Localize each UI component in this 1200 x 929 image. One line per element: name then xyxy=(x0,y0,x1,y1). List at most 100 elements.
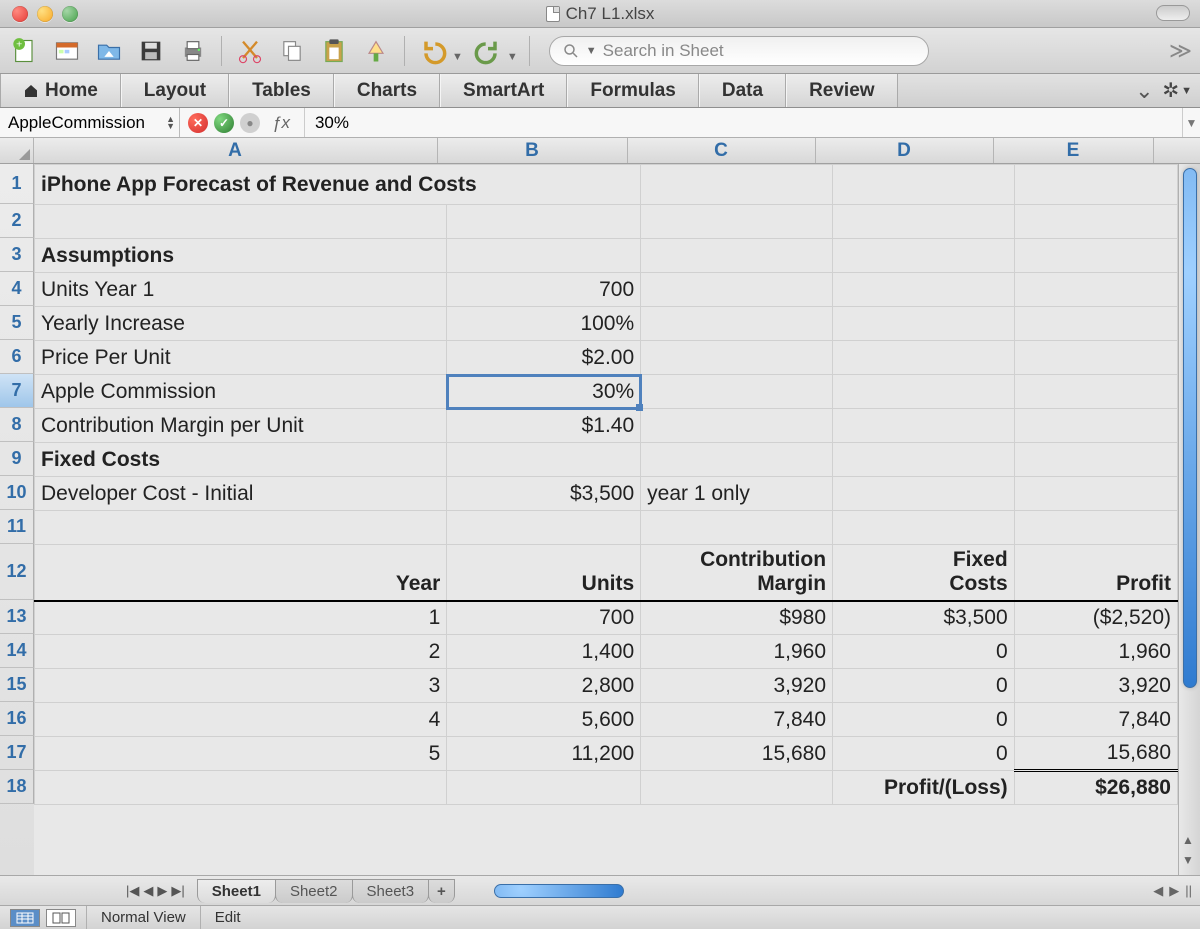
cell-E8[interactable] xyxy=(1014,409,1177,443)
cell-C9[interactable] xyxy=(641,443,833,477)
format-painter-button[interactable] xyxy=(359,34,393,68)
ribbon-tab-tables[interactable]: Tables xyxy=(229,74,334,107)
cell-C6[interactable] xyxy=(641,341,833,375)
save-button[interactable] xyxy=(134,34,168,68)
cell-A13[interactable]: 1 xyxy=(35,601,447,635)
grid-cells[interactable]: iPhone App Forecast of Revenue and Costs… xyxy=(34,164,1178,875)
cell-C11[interactable] xyxy=(641,511,833,545)
cell-D6[interactable] xyxy=(833,341,1015,375)
cell-D12[interactable]: Fixed Costs xyxy=(833,545,1015,601)
cell-C16[interactable]: 7,840 xyxy=(641,703,833,737)
cell-B14[interactable]: 1,400 xyxy=(447,635,641,669)
normal-view-button[interactable] xyxy=(10,909,40,927)
cell-C17[interactable]: 15,680 xyxy=(641,737,833,771)
cell-E15[interactable]: 3,920 xyxy=(1014,669,1177,703)
cell-D13[interactable]: $3,500 xyxy=(833,601,1015,635)
cell-B7[interactable]: 30% xyxy=(447,375,641,409)
cell-D2[interactable] xyxy=(833,205,1015,239)
cell-E4[interactable] xyxy=(1014,273,1177,307)
name-box-stepper[interactable]: ▲▼ xyxy=(166,116,175,130)
add-sheet-button[interactable]: + xyxy=(428,879,455,903)
sheet-nav-buttons[interactable]: |◀◀▶▶| xyxy=(114,883,197,899)
new-workbook-button[interactable]: + xyxy=(8,34,42,68)
cell-D7[interactable] xyxy=(833,375,1015,409)
cell-E18[interactable]: $26,880 xyxy=(1014,771,1177,805)
column-header-A[interactable]: A xyxy=(34,138,438,163)
vertical-scroll-thumb[interactable] xyxy=(1183,168,1197,688)
cell-D5[interactable] xyxy=(833,307,1015,341)
row-header-9[interactable]: 9 xyxy=(0,442,34,476)
cell-A9[interactable]: Fixed Costs xyxy=(35,443,447,477)
column-header-C[interactable]: C xyxy=(628,138,816,163)
cell-E17[interactable]: 15,680 xyxy=(1014,737,1177,771)
cell-C2[interactable] xyxy=(641,205,833,239)
cell-E14[interactable]: 1,960 xyxy=(1014,635,1177,669)
cell-B5[interactable]: 100% xyxy=(447,307,641,341)
cell-B16[interactable]: 5,600 xyxy=(447,703,641,737)
cell-C12[interactable]: Contribution Margin xyxy=(641,545,833,601)
ribbon-tab-home[interactable]: Home xyxy=(0,74,121,107)
cell-A12[interactable]: Year xyxy=(35,545,447,601)
cell-D9[interactable] xyxy=(833,443,1015,477)
cell-C13[interactable]: $980 xyxy=(641,601,833,635)
cell-B6[interactable]: $2.00 xyxy=(447,341,641,375)
cell-A6[interactable]: Price Per Unit xyxy=(35,341,447,375)
undo-dropdown[interactable]: ▼ xyxy=(452,51,463,63)
ribbon-collapse-button[interactable]: ⌄ xyxy=(1126,74,1162,107)
undo-button[interactable] xyxy=(416,34,450,68)
cell-D1[interactable] xyxy=(833,165,1015,205)
cell-E13[interactable]: ($2,520) xyxy=(1014,601,1177,635)
scroll-up-arrow[interactable]: ▲ xyxy=(1182,833,1198,849)
row-header-3[interactable]: 3 xyxy=(0,238,34,272)
cell-A11[interactable] xyxy=(35,511,447,545)
formula-bar-expand[interactable]: ▼ xyxy=(1182,108,1200,137)
row-header-7[interactable]: 7 xyxy=(0,374,34,408)
ribbon-tab-data[interactable]: Data xyxy=(699,74,786,107)
column-header-B[interactable]: B xyxy=(438,138,628,163)
cell-E10[interactable] xyxy=(1014,477,1177,511)
cell-D10[interactable] xyxy=(833,477,1015,511)
cell-A17[interactable]: 5 xyxy=(35,737,447,771)
cell-E5[interactable] xyxy=(1014,307,1177,341)
confirm-formula-button[interactable]: ✓ xyxy=(214,113,234,133)
cell-A10[interactable]: Developer Cost - Initial xyxy=(35,477,447,511)
cell-E6[interactable] xyxy=(1014,341,1177,375)
row-header-6[interactable]: 6 xyxy=(0,340,34,374)
column-header-E[interactable]: E xyxy=(994,138,1154,163)
horizontal-scroll-thumb[interactable] xyxy=(494,884,624,898)
paste-button[interactable] xyxy=(317,34,351,68)
cell-A15[interactable]: 3 xyxy=(35,669,447,703)
cell-B2[interactable] xyxy=(447,205,641,239)
row-header-8[interactable]: 8 xyxy=(0,408,34,442)
copy-button[interactable] xyxy=(275,34,309,68)
row-header-1[interactable]: 1 xyxy=(0,164,34,204)
page-layout-view-button[interactable] xyxy=(46,909,76,927)
ribbon-tab-layout[interactable]: Layout xyxy=(121,74,229,107)
cell-D14[interactable]: 0 xyxy=(833,635,1015,669)
cell-B13[interactable]: 700 xyxy=(447,601,641,635)
ribbon-settings-button[interactable]: ✲▼ xyxy=(1162,74,1200,107)
row-header-4[interactable]: 4 xyxy=(0,272,34,306)
cell-C1[interactable] xyxy=(641,165,833,205)
cell-E11[interactable] xyxy=(1014,511,1177,545)
cell-C8[interactable] xyxy=(641,409,833,443)
cell-A16[interactable]: 4 xyxy=(35,703,447,737)
redo-button[interactable] xyxy=(471,34,505,68)
print-button[interactable] xyxy=(176,34,210,68)
formula-input[interactable]: 30% xyxy=(305,113,1182,133)
sheet-tab-2[interactable]: Sheet2 xyxy=(275,879,353,903)
cell-C7[interactable] xyxy=(641,375,833,409)
row-header-14[interactable]: 14 xyxy=(0,634,34,668)
cell-A7[interactable]: Apple Commission xyxy=(35,375,447,409)
cell-A3[interactable]: Assumptions xyxy=(35,239,447,273)
cell-C10[interactable]: year 1 only xyxy=(641,477,833,511)
vertical-scrollbar[interactable]: ▲ ▼ xyxy=(1178,164,1200,875)
cell-B9[interactable] xyxy=(447,443,641,477)
cell-C14[interactable]: 1,960 xyxy=(641,635,833,669)
cell-A1[interactable]: iPhone App Forecast of Revenue and Costs xyxy=(35,165,641,205)
templates-button[interactable] xyxy=(50,34,84,68)
cell-C3[interactable] xyxy=(641,239,833,273)
cell-A8[interactable]: Contribution Margin per Unit xyxy=(35,409,447,443)
cell-E7[interactable] xyxy=(1014,375,1177,409)
sheet-tab-3[interactable]: Sheet3 xyxy=(352,879,430,903)
